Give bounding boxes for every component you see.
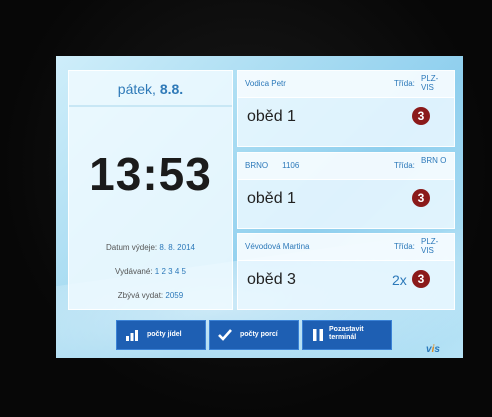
class-value: PLZ-VIS [421,74,439,92]
order-card[interactable]: Vodica Petr Třída: PLZ-VIS oběd 1 3 [237,70,455,147]
customer-name-text: Vévodová Martina [245,242,310,251]
class-value: BRN O [421,156,447,165]
current-day: pátek, 8.8. [69,81,232,97]
customer-name-text: BRNO [245,161,269,170]
pause-label-line2: terminál [329,334,357,341]
customer-name: BRNO 1106 [245,161,299,170]
customer-name: Vévodová Martina [245,242,323,251]
day-name: pátek, [117,81,156,97]
issue-date-row: Datum výdeje: 8. 8. 2014 [69,243,232,252]
meal-name: oběd 3 [247,271,296,288]
bar-chart-icon [126,330,138,341]
pause-terminal-label: Pozastavit terminál [329,326,364,342]
day-date: 8.8. [159,81,184,97]
meal-counts-button[interactable]: počty jídel [116,320,206,350]
order-card-header: Vévodová Martina Třída: PLZ-VIS [238,234,454,261]
meal-name: oběd 1 [247,190,296,207]
customer-number: 1106 [282,161,300,170]
issue-date-label: Datum výdeje: [106,243,158,252]
pause-icon [313,329,323,341]
remaining-value: 2059 [165,291,184,300]
meal-number-badge: 3 [412,270,430,288]
meal-counts-label: počty jídel [147,331,182,338]
clock: 13:53 [89,148,212,200]
meal-number-badge: 3 [412,107,430,125]
order-card[interactable]: BRNO 1106 Třída: BRN O oběd 1 3 [237,152,455,229]
remaining-label: Zbývá vydat: [117,291,164,300]
pause-label-line1: Pozastavit [329,326,364,333]
remaining-row: Zbývá vydat: 2059 [69,291,232,300]
class-value: PLZ-VIS [421,237,439,255]
meal-number-badge: 3 [412,189,430,207]
order-card-header: BRNO 1106 Třída: BRN O [238,153,454,180]
meal-quantity: 2x [392,272,407,288]
divider [69,105,232,107]
order-card[interactable]: Vévodová Martina Třída: PLZ-VIS oběd 3 2… [237,233,455,310]
class-label: Třída: [394,79,415,88]
checkmark-icon [218,329,232,341]
portion-counts-label: počty porcí [240,331,278,338]
customer-name: Vodica Petr [245,79,300,88]
vis-logo: vis [426,344,440,355]
class-label: Třída: [394,242,415,251]
customer-name-text: Vodica Petr [245,79,286,88]
status-panel: pátek, 8.8. 13:53 Datum výdeje: 8. 8. 20… [68,70,233,310]
meal-name: oběd 1 [247,108,296,125]
issued-value: 1 2 3 4 5 [154,267,186,276]
order-card-header: Vodica Petr Třída: PLZ-VIS [238,71,454,98]
terminal-screen: pátek, 8.8. 13:53 Datum výdeje: 8. 8. 20… [56,56,463,358]
portion-counts-button[interactable]: počty porcí [209,320,299,350]
issued-row: Vydávané: 1 2 3 4 5 [69,267,232,276]
issued-label: Vydávané: [115,267,153,276]
class-label: Třída: [394,161,415,170]
pause-terminal-button[interactable]: Pozastavit terminál [302,320,392,350]
issue-date-value: 8. 8. 2014 [159,243,195,252]
